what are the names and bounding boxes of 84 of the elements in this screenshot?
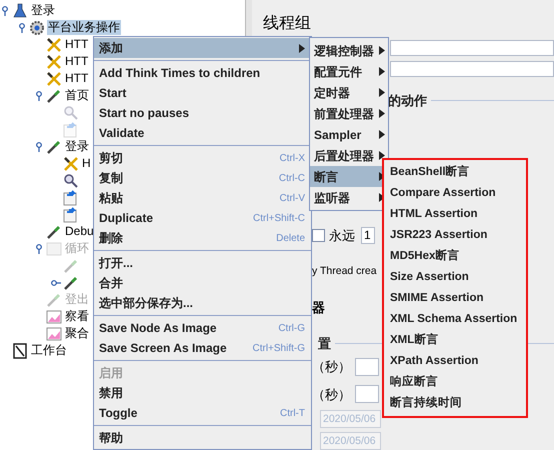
- shortcut-label: Ctrl-X: [279, 152, 305, 166]
- menu-item[interactable]: 响应断言: [384, 372, 526, 393]
- tree-item[interactable]: 首页: [64, 88, 90, 103]
- delay-field[interactable]: [355, 385, 379, 404]
- menu-item[interactable]: 剪切 Ctrl-X: [94, 148, 311, 168]
- menu-item[interactable]: XML断言: [384, 330, 526, 351]
- dropper-icon: [46, 138, 62, 154]
- menu-item[interactable]: XML Schema Assertion: [384, 309, 526, 330]
- menu-item[interactable]: MD5Hex断言: [384, 246, 526, 267]
- loop-icon: [46, 240, 62, 256]
- menu-item[interactable]: Size Assertion: [384, 267, 526, 288]
- shortcut-label: Delete: [276, 232, 305, 246]
- menu-item[interactable]: 合并: [94, 273, 311, 293]
- tree-item[interactable]: 登录: [30, 3, 56, 18]
- tree-item[interactable]: 工作台: [30, 343, 68, 358]
- tree-item[interactable]: HTT: [64, 54, 90, 69]
- menu-item[interactable]: 复制 Ctrl-C: [94, 168, 311, 188]
- menu-item[interactable]: 选中部分保存为...: [94, 293, 311, 313]
- expanded-handle-icon[interactable]: [34, 142, 44, 152]
- shortcut-label: Ctrl-V: [279, 192, 305, 206]
- shortcut-label: Ctrl+Shift-C: [253, 212, 305, 226]
- menu-item[interactable]: Add Think Times to children: [94, 63, 311, 83]
- menu-item[interactable]: 断言持续时间: [384, 393, 526, 414]
- dropper-icon: [46, 292, 62, 308]
- tree-item[interactable]: HTT: [64, 71, 90, 86]
- section-title: 器: [312, 300, 325, 314]
- notebook-icon: [12, 342, 28, 358]
- menu-item[interactable]: 前置处理器: [310, 103, 388, 124]
- menu-item[interactable]: XPath Assertion: [384, 351, 526, 372]
- tree-item[interactable]: 平台业务操作: [47, 20, 121, 35]
- menu-item[interactable]: 粘贴 Ctrl-V: [94, 188, 311, 208]
- menu-item[interactable]: Sampler: [310, 124, 388, 145]
- flask-icon: [12, 2, 28, 18]
- menu-item[interactable]: JSR223 Assertion: [384, 225, 526, 246]
- menu-item[interactable]: 打开...: [94, 253, 311, 273]
- tools-icon: [46, 54, 62, 70]
- menu-item[interactable]: 帮助: [94, 428, 311, 448]
- menu-item[interactable]: 删除 Delete: [94, 228, 311, 248]
- menu-item[interactable]: HTML Assertion: [384, 204, 526, 225]
- menu-item[interactable]: 逻辑控制器: [310, 40, 388, 61]
- menu-item[interactable]: Validate: [94, 123, 311, 143]
- tools-icon: [63, 156, 79, 172]
- loop-count-field[interactable]: 1: [361, 227, 375, 244]
- menu-item[interactable]: 定时器: [310, 82, 388, 103]
- comment-field[interactable]: [390, 60, 554, 76]
- field-label: （秒）: [312, 386, 351, 404]
- group-title: 置: [318, 334, 331, 352]
- menu-item[interactable]: 添加: [94, 38, 311, 58]
- tools-icon: [46, 70, 62, 86]
- panel-title: 线程组: [263, 15, 311, 32]
- menu-item[interactable]: SMIME Assertion: [384, 288, 526, 309]
- menu-item[interactable]: Start: [94, 83, 311, 103]
- dropper-icon: [46, 88, 62, 104]
- expanded-handle-icon[interactable]: [17, 22, 27, 32]
- dropper-icon: [46, 224, 62, 240]
- tree-item[interactable]: Debu: [64, 224, 95, 239]
- duration-field[interactable]: [355, 358, 379, 376]
- menu-item[interactable]: Save Node As Image Ctrl-G: [94, 318, 311, 338]
- shortcut-label: Ctrl+Shift-G: [252, 342, 305, 356]
- field-label: （秒）: [312, 358, 351, 376]
- forever-checkbox[interactable]: [312, 229, 325, 242]
- shortcut-label: Ctrl-T: [280, 406, 305, 420]
- chart-icon: [46, 308, 62, 324]
- menu-item[interactable]: 配置元件: [310, 61, 388, 82]
- tree-item[interactable]: 察看: [64, 309, 90, 324]
- menu-item[interactable]: Save Screen As Image Ctrl+Shift-G: [94, 338, 311, 358]
- chart-icon: [46, 326, 62, 342]
- menu-item[interactable]: Duplicate Ctrl+Shift-C: [94, 208, 311, 228]
- forever-label: 永远: [329, 227, 355, 245]
- menu-item[interactable]: 禁用: [94, 383, 311, 403]
- option-label: y Thread crea: [312, 264, 377, 276]
- expanded-handle-icon[interactable]: [34, 90, 44, 100]
- tree-item[interactable]: H: [81, 156, 92, 171]
- shortcut-label: Ctrl-C: [278, 172, 305, 186]
- menu-item[interactable]: Toggle Ctrl-T: [94, 403, 311, 423]
- name-field[interactable]: [390, 40, 554, 56]
- gear-icon: [29, 20, 45, 36]
- tree-item[interactable]: 登录: [64, 139, 90, 154]
- tools-icon: [46, 36, 62, 52]
- menu-item[interactable]: Start no pauses: [94, 103, 311, 123]
- expanded-handle-icon[interactable]: [0, 6, 10, 16]
- tree-item[interactable]: HTT: [64, 37, 90, 52]
- shortcut-label: Ctrl-G: [278, 322, 305, 336]
- tree-item[interactable]: 聚合: [64, 326, 90, 341]
